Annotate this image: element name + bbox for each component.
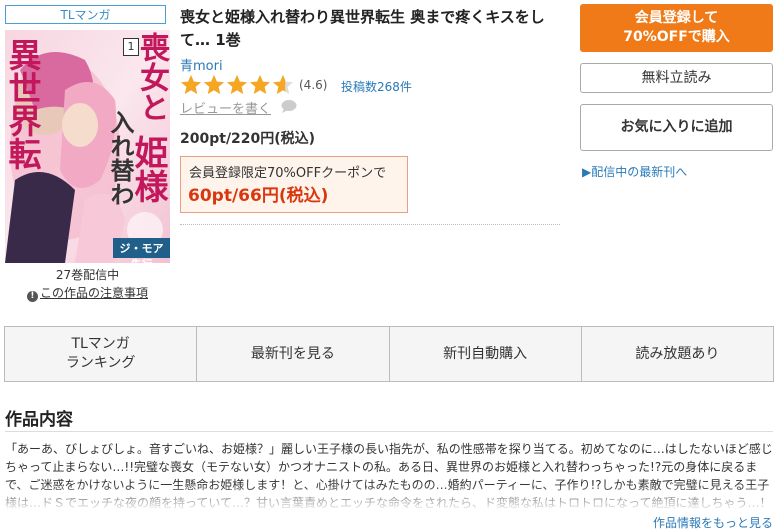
cover-title-1: 喪女と	[134, 32, 169, 122]
star-icon	[227, 75, 247, 94]
divider	[180, 224, 560, 225]
tab-latest[interactable]: 最新刊を見る	[197, 327, 390, 381]
star-icon	[273, 75, 293, 94]
star-icon	[204, 75, 224, 94]
speech-bubble-icon	[281, 100, 297, 113]
tab-ranking[interactable]: TLマンガ ランキング	[5, 327, 198, 381]
info-icon: !	[26, 291, 38, 302]
author-link[interactable]: 青mori	[180, 55, 223, 74]
cover-title-3: 入れ替わ	[106, 110, 134, 206]
coupon-text: 会員登録限定70%OFFクーポンで	[189, 166, 387, 181]
volume-count: 27巻配信中	[55, 268, 120, 282]
price: 200pt/220円(税込)	[180, 131, 316, 147]
nav-tabs: TLマンガ ランキング 最新刊を見る 新刊自動購入 読み放題あり	[4, 326, 774, 382]
cover-label: ジ・モア 先行	[119, 242, 164, 263]
genre-label[interactable]: TLマンガ	[5, 5, 166, 24]
add-favorite-button[interactable]: お気に入りに追加	[580, 104, 773, 151]
section-title: 作品内容	[5, 410, 73, 430]
latest-volume-link[interactable]: ▶配信中の最新刊へ	[582, 163, 687, 180]
tab-unlimited[interactable]: 読み放題あり	[582, 327, 773, 381]
star-rating	[180, 74, 295, 95]
cover-side-title: 異世界転	[5, 38, 42, 170]
description-fade	[5, 484, 773, 512]
write-review-link[interactable]: レビューを書く	[180, 98, 271, 117]
free-read-button[interactable]: 無料立読み	[580, 63, 773, 93]
coupon-price: 60pt/66円(税込)	[188, 186, 329, 206]
notice-link[interactable]: ! この作品の注意事項	[5, 284, 170, 302]
register-purchase-button[interactable]: 会員登録して 70%OFFで購入	[580, 4, 773, 52]
review-count-link[interactable]: 投稿数268件	[341, 78, 412, 95]
more-info-link[interactable]: 作品情報をもっと見る	[653, 514, 773, 531]
star-icon	[181, 75, 201, 94]
tab-auto-purchase[interactable]: 新刊自動購入	[390, 327, 582, 381]
section-divider	[5, 431, 773, 432]
star-icon	[250, 75, 270, 94]
rating-value: (4.6)	[299, 78, 328, 92]
book-cover[interactable]: 1 喪女と 姫様 入れ替わ 異世界転 ジ・モア 先行	[5, 30, 170, 263]
cover-title-2: 姫様	[128, 135, 168, 203]
book-title: 喪女と姫様入れ替わり異世界転生 奥まで疼くキスをして… 1巻	[180, 8, 545, 49]
